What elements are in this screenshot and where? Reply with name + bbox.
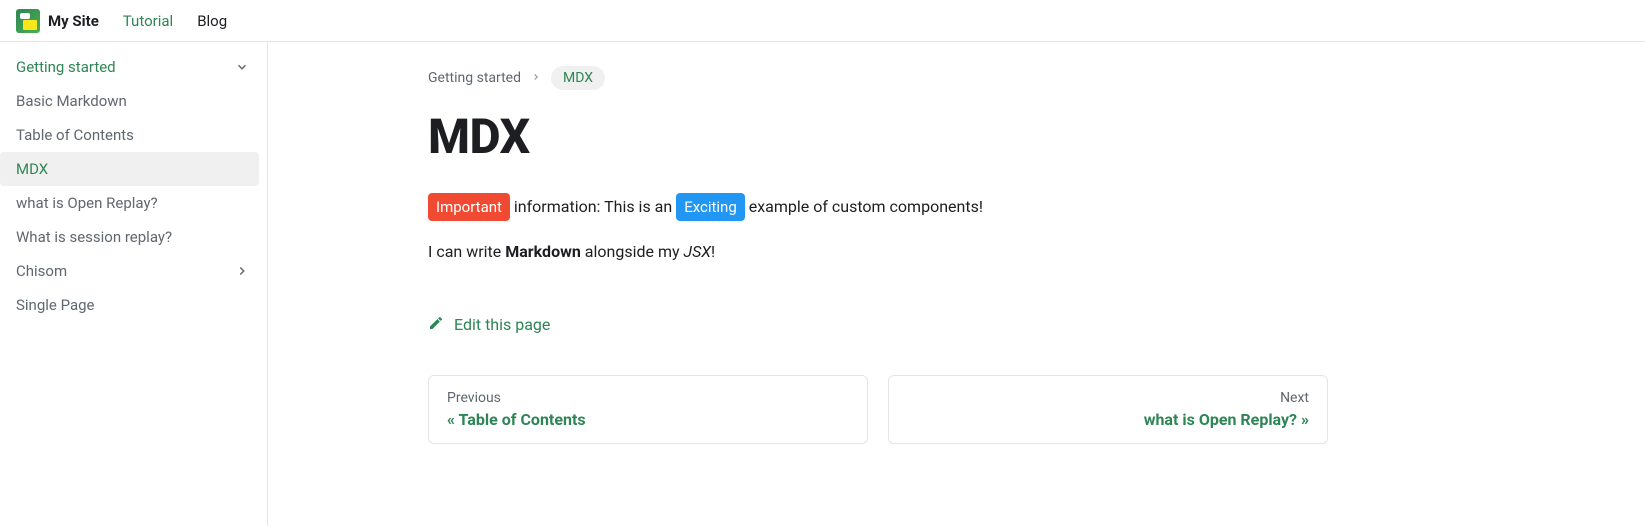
chevron-right-icon	[233, 262, 251, 280]
edit-page-label: Edit this page	[454, 315, 550, 334]
text: alongside my	[581, 242, 684, 261]
breadcrumb-parent[interactable]: Getting started	[428, 70, 521, 86]
sidebar-item-table-of-contents[interactable]: Table of Contents	[0, 118, 267, 152]
page-navigation: Previous « Table of Contents Next what i…	[428, 375, 1328, 444]
sidebar-item-session-replay[interactable]: What is session replay?	[0, 220, 267, 254]
paragraph: Important information: This is an Exciti…	[428, 193, 1328, 221]
text-bold: Markdown	[505, 242, 581, 261]
badge-exciting: Exciting	[676, 193, 745, 221]
sidebar-category-label: Chisom	[16, 262, 67, 280]
sidebar-item-mdx[interactable]: MDX	[0, 152, 259, 186]
sidebar-item-label: Single Page	[16, 296, 95, 314]
chevron-right-icon	[531, 70, 541, 86]
text: I can write	[428, 242, 505, 261]
brand-text: My Site	[48, 12, 99, 30]
prev-title: « Table of Contents	[447, 410, 849, 429]
logo-icon	[16, 9, 40, 33]
next-page-card[interactable]: Next what is Open Replay? »	[888, 375, 1328, 444]
text: !	[711, 242, 715, 261]
chevron-down-icon	[233, 58, 251, 76]
text: example of custom components!	[745, 197, 983, 216]
sidebar-item-label: Table of Contents	[16, 126, 134, 144]
edit-page-link[interactable]: Edit this page	[428, 315, 550, 335]
breadcrumb-current: MDX	[551, 66, 605, 90]
text: information: This is an	[510, 197, 676, 216]
breadcrumb: Getting started MDX	[428, 66, 1328, 90]
brand[interactable]: My Site	[16, 9, 99, 33]
next-label: Next	[907, 390, 1309, 406]
main-content: Getting started MDX MDX Important inform…	[268, 42, 1368, 526]
navbar: My Site Tutorial Blog	[0, 0, 1645, 42]
sidebar-item-label: MDX	[16, 160, 48, 178]
badge-important: Important	[428, 193, 510, 221]
sidebar: Getting started Basic Markdown Table of …	[0, 42, 268, 526]
text-italic: JSX	[684, 242, 712, 261]
sidebar-category-chisom[interactable]: Chisom	[0, 254, 267, 288]
sidebar-category-getting-started[interactable]: Getting started	[0, 50, 267, 84]
sidebar-item-label: what is Open Replay?	[16, 194, 158, 212]
nav-link-blog[interactable]: Blog	[197, 12, 227, 30]
sidebar-item-basic-markdown[interactable]: Basic Markdown	[0, 84, 267, 118]
paragraph: I can write Markdown alongside my JSX!	[428, 239, 1328, 265]
sidebar-item-label: What is session replay?	[16, 228, 172, 246]
sidebar-item-open-replay[interactable]: what is Open Replay?	[0, 186, 267, 220]
prev-page-card[interactable]: Previous « Table of Contents	[428, 375, 868, 444]
page-title: MDX	[428, 108, 1328, 165]
pencil-icon	[428, 315, 444, 335]
sidebar-item-label: Basic Markdown	[16, 92, 127, 110]
sidebar-category-label: Getting started	[16, 58, 116, 76]
prev-label: Previous	[447, 390, 849, 406]
nav-link-tutorial[interactable]: Tutorial	[123, 12, 173, 30]
sidebar-item-single-page[interactable]: Single Page	[0, 288, 267, 322]
next-title: what is Open Replay? »	[907, 410, 1309, 429]
